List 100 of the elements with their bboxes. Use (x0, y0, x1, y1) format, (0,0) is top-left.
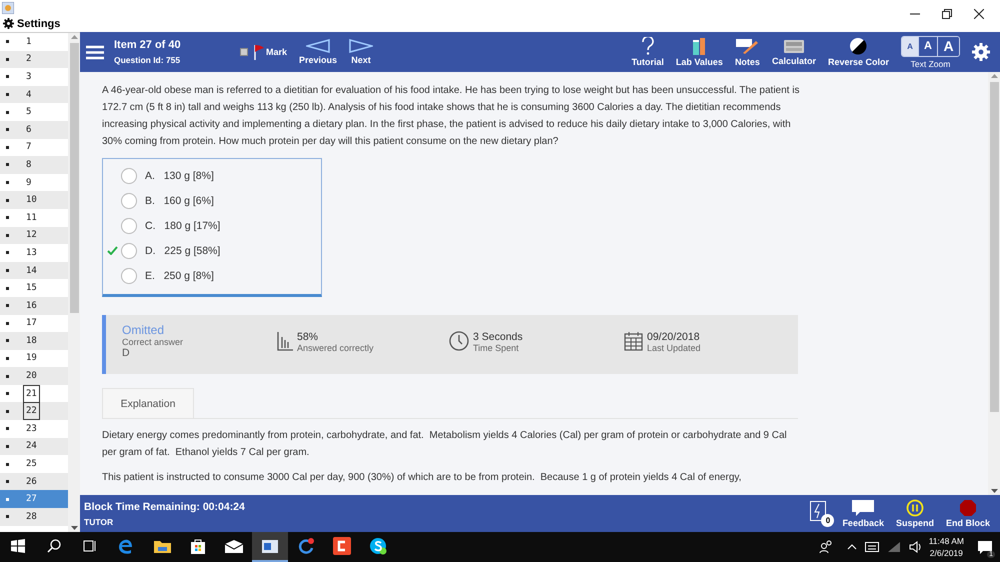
question-list-item[interactable]: 24 (0, 438, 68, 456)
end-button[interactable]: End Block (942, 499, 994, 528)
volume-icon[interactable] (908, 541, 923, 553)
question-list-item[interactable]: 20 (0, 367, 68, 385)
question-list-item[interactable]: 26 (0, 472, 68, 490)
restore-icon[interactable] (942, 8, 952, 18)
question-list-item[interactable]: 14 (0, 262, 68, 280)
clock-time: 11:48 AM (928, 536, 964, 546)
shopping-bag-icon[interactable] (190, 538, 206, 554)
question-id: Question Id: 755 (114, 55, 182, 65)
feedback-button[interactable]: Feedback (838, 499, 888, 528)
circle-arrow-icon[interactable] (297, 537, 315, 555)
question-list-item[interactable]: 2 (0, 50, 68, 68)
close-icon[interactable] (974, 8, 984, 18)
settings-icon[interactable] (3, 18, 14, 29)
scroll-down-icon[interactable] (70, 526, 78, 530)
stat-value: 09/20/2018 (647, 331, 701, 343)
lightning-document-icon[interactable] (810, 500, 826, 520)
text-size-button[interactable]: A (902, 36, 918, 56)
clock-date: 2/6/2019 (930, 548, 963, 558)
mode-label: TUTOR (84, 516, 114, 526)
calculator-button[interactable]: Calculator (766, 38, 822, 66)
lab-button[interactable]: Lab Values (670, 37, 729, 67)
radio-button[interactable] (121, 168, 137, 184)
radio-button[interactable] (121, 218, 137, 234)
calendar-icon (624, 331, 643, 351)
explanation-paragraph: This patient is instructed to consume 3000 Cal per day, 900 (30%) of which are to be from protein. Because 1 g of protein yields 4 Cal of energy, (102, 471, 742, 485)
question-list-item[interactable]: 22 (0, 402, 68, 420)
text-zoom-label: Text Zoom (910, 58, 950, 68)
scrollbar[interactable] (988, 72, 1000, 495)
windows-start-icon[interactable] (11, 539, 25, 553)
radio-button[interactable] (121, 268, 137, 284)
envelope-icon[interactable] (225, 540, 243, 552)
next-button[interactable]: Next (343, 39, 380, 65)
notes-button[interactable]: Notes (728, 37, 766, 67)
stat-label: Answered correctly (297, 343, 374, 353)
question-list-item[interactable]: 8 (0, 156, 68, 174)
item-counter: Item 27 of 40 (114, 39, 182, 51)
speech-bubble-icon (851, 499, 876, 517)
correct-answer-value: D (122, 347, 131, 359)
notification-count: 0 (821, 514, 834, 526)
previous-button[interactable]: Previous (293, 39, 344, 65)
chat-app-icon[interactable] (369, 537, 387, 555)
pause-icon (906, 499, 924, 517)
settings-menu[interactable]: Settings (17, 18, 60, 30)
letter-c-app-icon[interactable] (333, 537, 351, 555)
right-triangle-icon (349, 39, 374, 53)
app-window-icon[interactable] (262, 540, 278, 552)
tutorial-button[interactable]: Tutorial (626, 37, 670, 67)
question-list-item[interactable]: 19 (0, 350, 68, 368)
text-size-button[interactable]: A (937, 36, 959, 56)
stat-value: 58% (297, 331, 320, 343)
wifi-icon[interactable] (886, 541, 901, 553)
search-icon[interactable] (47, 539, 61, 553)
stat-label: Time Spent (473, 343, 520, 353)
question-list-item[interactable]: 18 (0, 332, 68, 350)
mark-button[interactable]: Mark (234, 44, 294, 60)
app-icon (2, 2, 14, 14)
question-list-item[interactable]: 10 (0, 191, 68, 209)
radio-button[interactable] (121, 242, 137, 258)
answer-choice[interactable]: A. 130 g [8%] (145, 170, 214, 182)
answer-choice[interactable]: B. 160 g [6%] (145, 194, 214, 206)
question-list-item[interactable]: 4 (0, 86, 68, 104)
block-timer: Block Time Remaining: 00:04:24 (84, 500, 245, 512)
keyboard-icon[interactable] (864, 542, 879, 552)
question-list-item[interactable]: 28 (0, 508, 68, 526)
stat-value: 3 Seconds (473, 331, 523, 343)
help-icon (640, 37, 655, 55)
answer-choice[interactable]: E. 250 g [8%] (145, 270, 214, 282)
chevron-up-icon[interactable] (846, 544, 857, 550)
answer-choice[interactable]: C. 180 g [17%] (145, 220, 220, 232)
answer-status: Omitted (122, 323, 166, 337)
answer-choice[interactable]: D. 225 g [58%] (145, 244, 220, 256)
menu-icon[interactable] (86, 44, 104, 60)
scrollbar[interactable] (68, 33, 80, 532)
task-view-icon[interactable] (83, 540, 97, 552)
radio-button[interactable] (121, 192, 137, 208)
reverse-button[interactable]: Reverse Color (822, 37, 895, 67)
correct-answer-label: Correct answer (122, 337, 184, 347)
checkmark-icon (106, 246, 118, 255)
explanation-paragraph: Dietary energy comes predominantly from protein, carbohydrate, and fat. Metabolism yields 4 Calories (Cal) per gram of protein or carbohydrate and 9 Cal per gram of fat. Ethanol yields 7 Cal per gram. (102, 429, 788, 460)
explanation-tab[interactable]: Explanation (102, 388, 194, 418)
bar-chart-icon (277, 331, 293, 351)
question-list-item[interactable]: 16 (0, 296, 68, 314)
left-triangle-icon (306, 39, 330, 53)
browser-icon[interactable] (118, 538, 134, 554)
clock-icon (449, 331, 469, 351)
stop-sign-icon (958, 499, 977, 517)
suspend-button[interactable]: Suspend (892, 499, 938, 528)
folder-icon[interactable] (154, 539, 170, 553)
scroll-down-icon[interactable] (990, 489, 998, 493)
people-icon[interactable] (818, 540, 833, 554)
question-stem: A 46-year-old obese man is referred to a dietitian for evaluation of his food intake. He has been trying to lose weight but has been unsuccessful. The patient is 172.7 cm (5 ft 8 in) tall and weighs 113 kg (250 lb). Analysis of his food intake shows that he is consuming 3600 Calories a day. The dietitian recommends increasing physical activity and implementing a dietary plan. In the first phase, the patient is advised to reduce his daily dietary intake to 3,000 Calories, with 30% coming from protein. How much protein per day will this patient consume on the new dietary plan? (102, 84, 800, 149)
question-list-item[interactable]: 27 (0, 490, 68, 508)
contrast-icon (849, 37, 868, 55)
notes-pencil-icon (735, 37, 760, 55)
question-list-item[interactable]: 12 (0, 226, 68, 244)
stat-label: Last Updated (647, 343, 701, 353)
question-list-item[interactable]: 6 (0, 120, 68, 139)
calculator-icon (782, 38, 805, 54)
